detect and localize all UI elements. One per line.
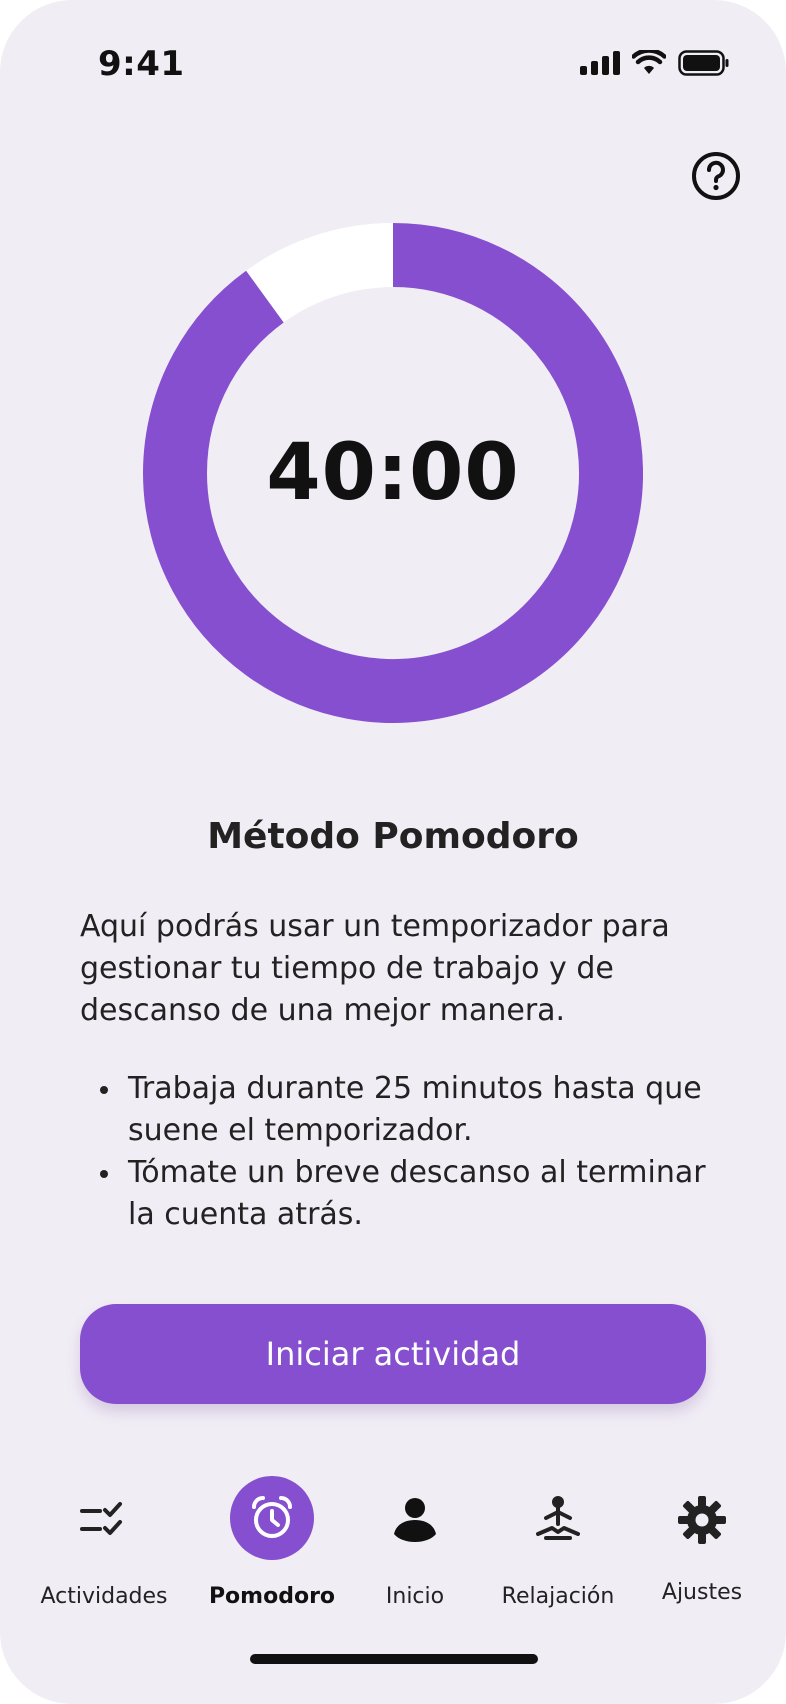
status-time: 9:41	[98, 44, 185, 84]
home-indicator[interactable]	[250, 1654, 538, 1664]
nav-item-actividades[interactable]: Actividades	[29, 1480, 179, 1610]
status-icons	[580, 50, 730, 76]
page-title: Método Pomodoro	[207, 816, 579, 857]
nav-label: Relajación	[501, 1584, 615, 1609]
nav-label: Inicio	[385, 1584, 445, 1609]
wifi-icon	[632, 50, 666, 74]
timer-display: 40:00	[266, 428, 520, 518]
cellular-signal-icon	[580, 51, 620, 75]
meditation-icon	[536, 1496, 580, 1540]
nav-item-pomodoro[interactable]: Pomodoro	[197, 1476, 347, 1610]
list-item: Tómate un breve descanso al terminar la …	[80, 1152, 720, 1236]
nav-item-relajacion[interactable]: Relajación	[483, 1480, 633, 1610]
nav-active-indicator	[230, 1476, 314, 1560]
description-text: Aquí podrás usar un temporizador para ge…	[80, 909, 670, 1028]
nav-label: Actividades	[40, 1584, 168, 1609]
alarm-clock-icon	[252, 1496, 292, 1538]
list-item: Trabaja durante 25 minutos hasta que sue…	[80, 1068, 720, 1152]
nav-label: Pomodoro	[208, 1584, 336, 1609]
battery-icon	[678, 50, 729, 76]
nav-item-ajustes[interactable]: Ajustes	[627, 1480, 777, 1610]
phone-screen: 9:41 40:00 Método Pomodoro Aquí podrás u…	[0, 0, 786, 1704]
checklist-icon	[80, 1502, 122, 1535]
question-circle-icon[interactable]	[690, 150, 742, 202]
gear-icon	[678, 1496, 726, 1544]
instructions-list: Trabaja durante 25 minutos hasta que sue…	[80, 1068, 720, 1236]
start-activity-button[interactable]: Iniciar actividad	[80, 1304, 706, 1404]
person-icon	[394, 1498, 436, 1542]
nav-item-inicio[interactable]: Inicio	[340, 1480, 490, 1610]
nav-label: Ajustes	[661, 1580, 743, 1605]
bottom-nav: Actividades Pomodoro Inicio Relajación A…	[0, 1476, 786, 1620]
